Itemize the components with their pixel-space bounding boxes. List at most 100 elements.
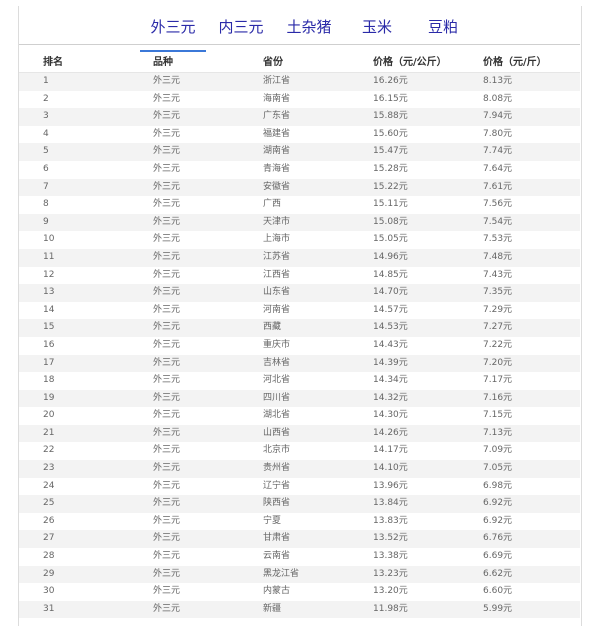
table-row: 23 外三元 贵州省 14.10元 7.05元: [19, 460, 580, 478]
table-row: 31 外三元 新疆 11.98元 5.99元: [19, 600, 580, 619]
rank-cell: 17: [43, 357, 55, 368]
breed-cell: 外三元: [153, 357, 181, 368]
rank-cell: 20: [43, 410, 55, 421]
province-cell: 江苏省: [263, 251, 291, 262]
header-rank: 排名: [43, 57, 63, 68]
price-kg-cell: 13.83元: [373, 515, 408, 526]
price-kg-cell: 13.20元: [373, 586, 408, 597]
price-kg-cell: 14.34元: [373, 375, 408, 386]
category-tabs: 外三元 内三元 土杂猪 玉米 豆粕: [0, 8, 600, 52]
rank-cell: 15: [43, 322, 55, 333]
breed-cell: 外三元: [153, 93, 181, 104]
rank-cell: 26: [43, 515, 55, 526]
rank-cell: 7: [43, 181, 49, 192]
province-cell: 湖北省: [263, 410, 291, 421]
rank-cell: 31: [43, 603, 55, 614]
table-row: 15 外三元 西藏 14.53元 7.27元: [19, 319, 580, 337]
rank-cell: 28: [43, 551, 55, 562]
province-cell: 海南省: [263, 93, 291, 104]
header-price-jin: 价格（元/斤）: [483, 57, 547, 68]
breed-cell: 外三元: [153, 234, 181, 245]
table-row: 5 外三元 湖南省 15.47元 7.74元: [19, 143, 580, 161]
price-kg-cell: 14.17元: [373, 445, 408, 456]
province-cell: 山西省: [263, 427, 291, 438]
province-cell: 云南省: [263, 551, 291, 562]
price-kg-cell: 14.43元: [373, 339, 408, 350]
rank-cell: 2: [43, 93, 49, 104]
price-jin-cell: 7.15元: [483, 410, 513, 421]
breed-cell: 外三元: [153, 163, 181, 174]
province-cell: 新疆: [263, 603, 282, 614]
breed-cell: 外三元: [153, 216, 181, 227]
rank-cell: 8: [43, 199, 49, 210]
province-cell: 吉林省: [263, 357, 291, 368]
breed-cell: 外三元: [153, 199, 181, 210]
rank-cell: 12: [43, 269, 55, 280]
header-price-kg: 价格（元/公斤）: [373, 57, 447, 68]
tab-neisanyuan[interactable]: 内三元: [214, 16, 268, 44]
province-cell: 贵州省: [263, 463, 291, 474]
price-kg-cell: 13.84元: [373, 498, 408, 509]
table-row: 18 外三元 河北省 14.34元 7.17元: [19, 372, 580, 390]
price-jin-cell: 6.76元: [483, 533, 513, 544]
province-cell: 辽宁省: [263, 480, 291, 491]
province-cell: 河南省: [263, 304, 291, 315]
tab-waisanyuan[interactable]: 外三元: [140, 16, 206, 44]
price-kg-cell: 13.23元: [373, 568, 408, 579]
tab-yumi[interactable]: 玉米: [360, 16, 394, 44]
table-row: 3 外三元 广东省 15.88元 7.94元: [19, 108, 580, 126]
price-jin-cell: 8.08元: [483, 93, 513, 104]
price-jin-cell: 7.13元: [483, 427, 513, 438]
breed-cell: 外三元: [153, 392, 181, 403]
price-jin-cell: 7.56元: [483, 199, 513, 210]
table-row: 17 外三元 吉林省 14.39元 7.20元: [19, 354, 580, 373]
province-cell: 黑龙江省: [263, 568, 300, 579]
province-cell: 福建省: [263, 128, 291, 139]
breed-cell: 外三元: [153, 586, 181, 597]
province-cell: 陕西省: [263, 498, 291, 509]
price-jin-cell: 8.13元: [483, 76, 513, 86]
rank-cell: 23: [43, 463, 55, 474]
price-jin-cell: 6.92元: [483, 498, 513, 509]
province-cell: 山东省: [263, 287, 291, 298]
rank-cell: 21: [43, 427, 55, 438]
table-row: 20 外三元 湖北省 14.30元 7.15元: [19, 407, 580, 425]
breed-cell: 外三元: [153, 111, 181, 122]
rank-cell: 10: [43, 234, 55, 245]
price-kg-cell: 15.11元: [373, 199, 408, 210]
province-cell: 天津市: [263, 216, 291, 227]
rank-cell: 30: [43, 586, 55, 597]
province-cell: 河北省: [263, 375, 291, 386]
price-kg-cell: 14.53元: [373, 322, 408, 333]
price-jin-cell: 6.69元: [483, 551, 513, 562]
price-kg-cell: 15.08元: [373, 216, 408, 227]
price-kg-cell: 16.26元: [373, 76, 408, 86]
price-jin-cell: 7.43元: [483, 269, 513, 280]
table-row: 24 外三元 辽宁省 13.96元 6.98元: [19, 478, 580, 496]
rank-cell: 14: [43, 304, 55, 315]
tabs-divider: [19, 44, 580, 45]
price-kg-cell: 15.05元: [373, 234, 408, 245]
price-kg-cell: 15.28元: [373, 163, 408, 174]
price-jin-cell: 6.60元: [483, 586, 513, 597]
tab-doupo[interactable]: 豆粕: [426, 16, 460, 44]
header-breed: 品种: [153, 57, 173, 68]
price-kg-cell: 13.96元: [373, 480, 408, 491]
rank-cell: 16: [43, 339, 55, 350]
province-cell: 西藏: [263, 322, 282, 333]
table-row: 16 外三元 重庆市 14.43元 7.22元: [19, 337, 580, 355]
table-row: 13 外三元 山东省 14.70元 7.35元: [19, 284, 580, 302]
province-cell: 安徽省: [263, 181, 291, 192]
breed-cell: 外三元: [153, 251, 181, 262]
breed-cell: 外三元: [153, 128, 181, 139]
tab-tuzazhu[interactable]: 土杂猪: [284, 16, 334, 44]
breed-cell: 外三元: [153, 146, 181, 157]
rank-cell: 3: [43, 111, 49, 122]
table-row: 22 外三元 北京市 14.17元 7.09元: [19, 442, 580, 460]
table-row: 25 外三元 陕西省 13.84元 6.92元: [19, 495, 580, 513]
table-row: 1 外三元 浙江省 16.26元 8.13元: [19, 73, 580, 91]
table-row: 2 外三元 海南省 16.15元 8.08元: [19, 91, 580, 109]
price-kg-cell: 14.96元: [373, 251, 408, 262]
price-jin-cell: 7.09元: [483, 445, 513, 456]
breed-cell: 外三元: [153, 427, 181, 438]
